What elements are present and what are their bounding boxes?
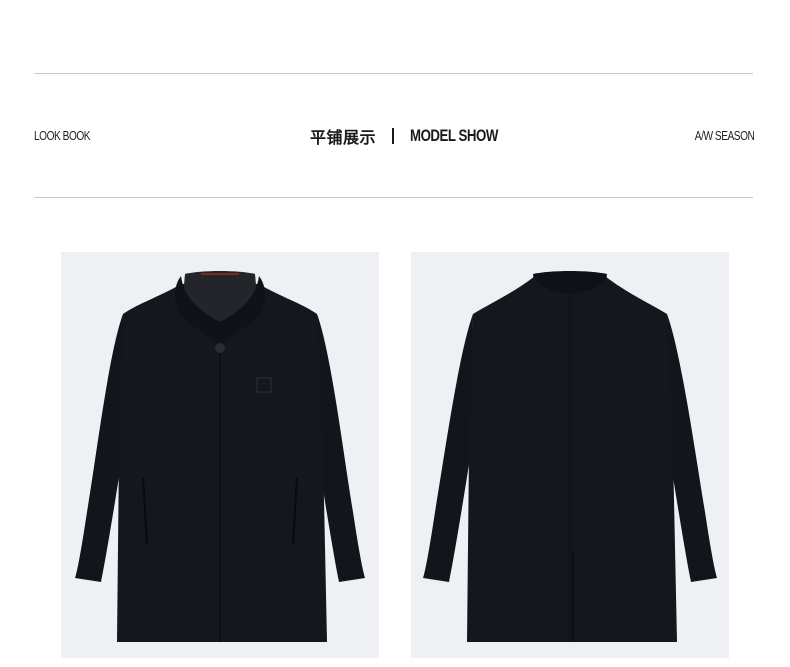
section-title-cn: 平铺展示 xyxy=(309,128,376,147)
coat-back-image xyxy=(411,252,729,658)
top-divider xyxy=(34,73,753,74)
coat-back-illustration xyxy=(423,271,717,642)
coat-front-illustration xyxy=(75,271,365,642)
bottom-divider xyxy=(34,197,753,198)
title-separator xyxy=(392,128,394,144)
season-label: A/W SEASON xyxy=(694,128,754,143)
coat-front-image xyxy=(61,252,379,658)
section-title-en: MODEL SHOW xyxy=(410,126,498,145)
section-title: 平铺展示 MODEL SHOW xyxy=(0,124,790,148)
